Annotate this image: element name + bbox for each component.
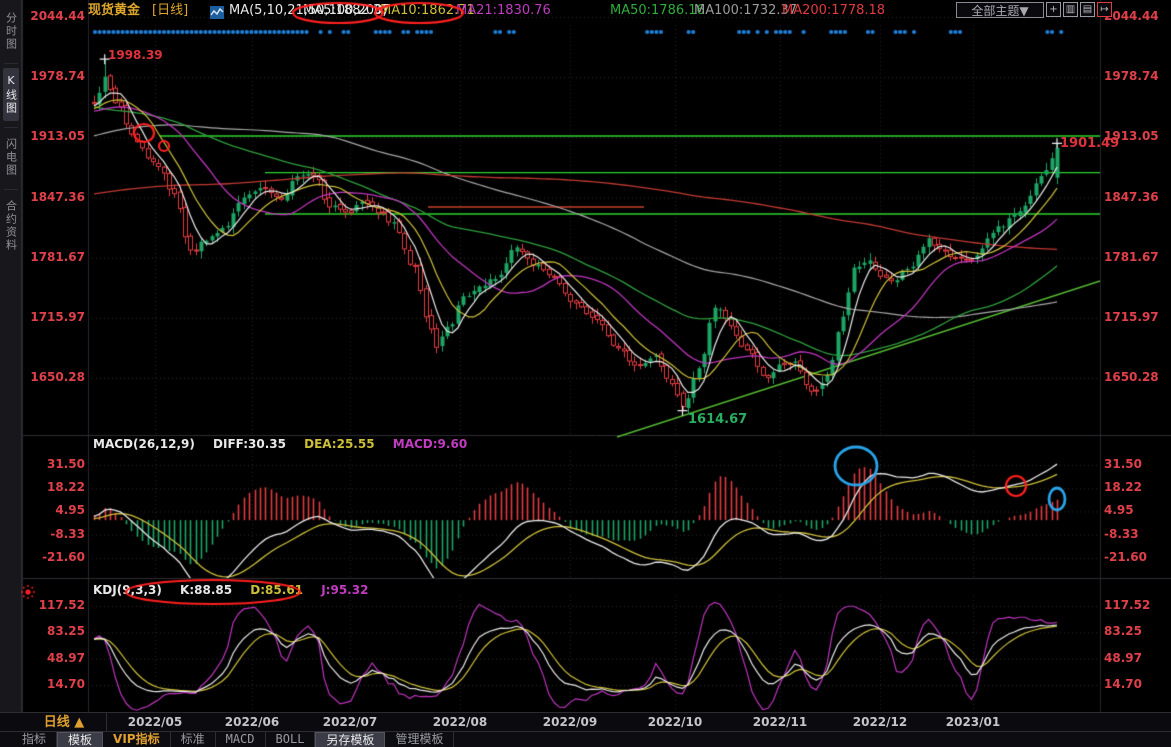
ma5-value-label: MA5:1882.37 — [303, 3, 390, 19]
sidebar-item-lightning-chart[interactable]: 闪电图 — [3, 132, 19, 183]
main-y-axis-label-right: 1781.67 — [1104, 250, 1166, 264]
sidebar-item-contract-info[interactable]: 合约资料 — [3, 194, 19, 258]
x-axis-date-label: 2022/10 — [640, 714, 710, 731]
sidebar-divider — [4, 127, 18, 128]
macd-y-axis-label-left: -21.60 — [23, 550, 85, 564]
kdj-y-axis-label-right: 83.25 — [1104, 624, 1166, 638]
x-axis-date-label: 2022/05 — [120, 714, 190, 731]
macd-y-axis-label-right: 31.50 — [1104, 457, 1166, 471]
x-axis-date-label: 2022/12 — [845, 714, 915, 731]
macd-y-axis-label-left: -8.33 — [23, 527, 85, 541]
grid-icon[interactable]: ▥ — [1063, 2, 1078, 17]
sidebar-item-kline-chart[interactable]: K线图 — [3, 68, 19, 121]
macd-y-axis-label-left: 31.50 — [23, 457, 85, 471]
main-y-axis-label-right: 2044.44 — [1104, 9, 1166, 23]
kdj-title: KDJ(9,3,3) — [93, 583, 162, 597]
sidebar-item-time-chart[interactable]: 分时图 — [3, 6, 19, 57]
price-chart-canvas[interactable] — [0, 0, 1171, 747]
sidebar-divider — [4, 63, 18, 64]
main-y-axis-label-right: 1978.74 — [1104, 69, 1166, 83]
indicator-tab-strip: 指标模板VIP指标标准MACDBOLL另存模板管理模板 — [0, 731, 1171, 747]
period-tag: [日线] — [152, 3, 188, 19]
x-axis-date-label: 2022/08 — [425, 714, 495, 731]
main-y-axis-label-left: 1781.67 — [23, 250, 85, 264]
main-y-axis-label-left: 1650.28 — [23, 370, 85, 384]
ma50-value-label: MA50:1786.16 — [610, 3, 705, 19]
kline-chart-icon — [210, 4, 224, 23]
layout-icon[interactable]: ▤ — [1080, 2, 1095, 17]
date-axis-strip: 日线 ▲ 2022/05 2022/06 2022/07 2022/08 2022/09… — [0, 712, 1171, 732]
bottom-tab-0[interactable]: 指标 — [12, 732, 57, 747]
macd-y-axis-label-left: 18.22 — [23, 480, 85, 494]
macd-y-axis-label-right: -21.60 — [1104, 550, 1166, 564]
macd-y-axis-label-left: 4.95 — [23, 503, 85, 517]
bottom-tab-5[interactable]: BOLL — [266, 732, 316, 747]
macd-title: MACD(26,12,9) — [93, 437, 195, 451]
main-y-axis-label-right: 1715.97 — [1104, 310, 1166, 324]
kdj-pane-header: KDJ(9,3,3) K:88.85 D:85.61 J:95.32 — [93, 583, 382, 597]
main-y-axis-label-left: 1913.05 — [23, 129, 85, 143]
x-axis-date-label: 2022/06 — [217, 714, 287, 731]
pop-out-icon[interactable]: ↦ — [1097, 2, 1112, 17]
all-themes-dropdown[interactable]: 全部主题▼ — [956, 2, 1044, 18]
crosshair-icon[interactable]: + — [1046, 2, 1061, 17]
main-y-axis-label-right: 1913.05 — [1104, 129, 1166, 143]
kdj-k-value: K:88.85 — [180, 583, 232, 597]
x-axis-date-label: 2022/07 — [315, 714, 385, 731]
bottom-tab-6[interactable]: 另存模板 — [315, 732, 385, 747]
ma21-value-label: MA21:1830.76 — [456, 3, 551, 19]
kdj-y-axis-label-left: 48.97 — [23, 651, 85, 665]
bottom-tab-3[interactable]: 标准 — [171, 732, 216, 747]
main-y-axis-label-right: 1847.36 — [1104, 190, 1166, 204]
x-axis-date-label: 2022/11 — [745, 714, 815, 731]
x-axis-date-label: 2022/09 — [535, 714, 605, 731]
bottom-tab-2[interactable]: VIP指标 — [103, 732, 171, 747]
chart-type-sidebar: 分时图 K线图 闪电图 合约资料 — [0, 0, 22, 712]
kdj-y-axis-label-left: 14.70 — [23, 677, 85, 691]
bottom-tab-7[interactable]: 管理模板 — [385, 732, 454, 747]
macd-y-axis-label-right: 18.22 — [1104, 480, 1166, 494]
main-y-axis-label-right: 1650.28 — [1104, 370, 1166, 384]
kdj-y-axis-label-left: 83.25 — [23, 624, 85, 638]
macd-dea-value: DEA:25.55 — [304, 437, 374, 451]
kdj-y-axis-label-right: 117.52 — [1104, 598, 1166, 612]
macd-y-axis-label-right: 4.95 — [1104, 503, 1166, 517]
x-axis-date-label: 2023/01 — [938, 714, 1008, 731]
kdj-y-axis-label-right: 48.97 — [1104, 651, 1166, 665]
kdj-y-axis-label-right: 14.70 — [1104, 677, 1166, 691]
macd-y-axis-label-right: -8.33 — [1104, 527, 1166, 541]
kdj-j-value: J:95.32 — [321, 583, 368, 597]
macd-pane-header: MACD(26,12,9) DIFF:30.35 DEA:25.55 MACD:… — [93, 437, 481, 451]
sidebar-divider — [4, 189, 18, 190]
period-low-label: 1614.67 — [688, 412, 747, 427]
trading-app-window: 分时图 K线图 闪电图 合约资料 现货黄金 [日线] MA(5,10,21,50… — [0, 0, 1171, 747]
ma200-value-label: MA200:1778.18 — [782, 3, 885, 19]
main-y-axis-label-left: 1715.97 — [23, 310, 85, 324]
symbol-title: 现货黄金 — [88, 3, 140, 19]
kdj-y-axis-label-left: 117.52 — [23, 598, 85, 612]
main-y-axis-label-left: 2044.44 — [23, 9, 85, 23]
period-high-label: 1998.39 — [108, 48, 163, 62]
main-y-axis-label-left: 1847.36 — [23, 190, 85, 204]
period-selector[interactable]: 日线 ▲ — [22, 713, 107, 732]
bottom-tab-4[interactable]: MACD — [216, 732, 266, 747]
kdj-d-value: D:85.61 — [250, 583, 303, 597]
main-y-axis-label-left: 1978.74 — [23, 69, 85, 83]
macd-macd-value: MACD:9.60 — [393, 437, 467, 451]
macd-diff-value: DIFF:30.35 — [213, 437, 286, 451]
bottom-tab-1[interactable]: 模板 — [57, 732, 103, 747]
